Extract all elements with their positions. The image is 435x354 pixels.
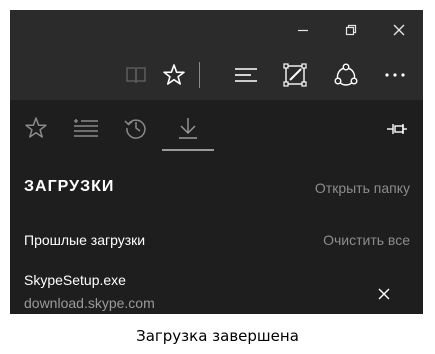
download-source: download.skype.com	[24, 295, 155, 311]
past-downloads-header: Прошлые загрузки Очистить все	[24, 232, 410, 252]
tab-favorites[interactable]	[14, 108, 58, 148]
reading-view-icon	[126, 67, 146, 84]
pin-icon	[387, 124, 407, 134]
browser-window: ЗАГРУЗКИ Открыть папку Прошлые загрузки …	[10, 10, 423, 314]
close-icon	[378, 288, 390, 300]
more-icon	[385, 73, 405, 77]
favorites-icon	[25, 117, 47, 138]
reading-view-button[interactable]	[116, 55, 156, 95]
web-note-icon	[283, 63, 307, 87]
share-icon	[334, 63, 358, 86]
past-downloads-label: Прошлые загрузки	[24, 232, 146, 248]
reading-list-icon	[74, 119, 98, 137]
hub-icon	[235, 68, 257, 82]
figure-caption: Загрузка завершена	[136, 327, 299, 345]
minimize-icon	[298, 29, 308, 32]
title-bar	[10, 10, 423, 50]
download-file-name[interactable]: SkypeSetup.exe	[24, 272, 126, 288]
close-icon	[393, 24, 405, 36]
hub-panel: ЗАГРУЗКИ Открыть папку Прошлые загрузки …	[10, 100, 423, 314]
tab-reading-list[interactable]	[64, 108, 108, 148]
history-icon	[124, 119, 146, 139]
open-folder-link[interactable]: Открыть папку	[315, 180, 410, 196]
add-favorite-button[interactable]	[154, 55, 194, 95]
downloads-header: ЗАГРУЗКИ Открыть папку	[24, 178, 410, 202]
restore-icon	[345, 24, 357, 36]
browser-toolbar	[10, 50, 423, 100]
tab-downloads[interactable]	[166, 108, 210, 148]
clear-all-link[interactable]: Очистить все	[323, 232, 410, 248]
favorites-star-icon	[163, 64, 185, 85]
hub-button[interactable]	[226, 55, 266, 95]
download-item[interactable]: SkypeSetup.exe download.skype.com	[10, 260, 423, 311]
page-title: ЗАГРУЗКИ	[24, 178, 115, 195]
minimize-button[interactable]	[279, 10, 327, 50]
remove-download-button[interactable]	[370, 280, 398, 308]
restore-button[interactable]	[327, 10, 375, 50]
close-window-button[interactable]	[375, 10, 423, 50]
more-button[interactable]	[375, 55, 415, 95]
web-note-button[interactable]	[275, 55, 315, 95]
tab-history[interactable]	[114, 108, 158, 148]
share-button[interactable]	[326, 55, 366, 95]
pin-button[interactable]	[382, 118, 412, 140]
active-tab-indicator	[162, 149, 214, 151]
downloads-icon	[179, 118, 197, 139]
toolbar-separator	[199, 62, 200, 88]
